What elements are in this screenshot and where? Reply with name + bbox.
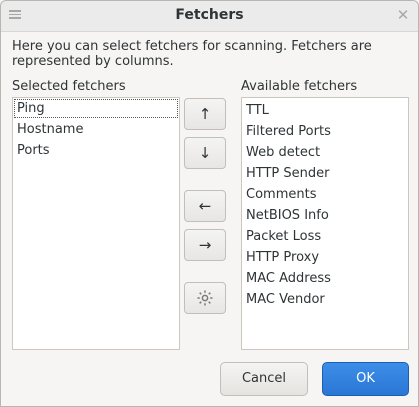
list-item-ttl[interactable]: TTL (242, 100, 408, 121)
list-item-filtered-ports[interactable]: Filtered Ports (242, 121, 408, 142)
available-fetchers-label: Available fetchers (241, 79, 358, 94)
list-item-web-detect[interactable]: Web detect (242, 142, 408, 163)
title-bar: Fetchers ✕ (1, 1, 418, 32)
list-item-mac-address[interactable]: MAC Address (242, 268, 408, 289)
move-up-button[interactable]: ↑ (184, 98, 226, 130)
remove-fetcher-button[interactable]: → (184, 229, 226, 261)
available-fetchers-list[interactable]: TTL Filtered Ports Web detect HTTP Sende… (241, 97, 409, 350)
list-item-comments[interactable]: Comments (242, 184, 408, 205)
cancel-button[interactable]: Cancel (220, 362, 308, 396)
list-item-packet-loss[interactable]: Packet Loss (242, 226, 408, 247)
list-item-ports[interactable]: Ports (13, 140, 179, 161)
fetchers-dialog: Fetchers ✕ Here you can select fetchers … (0, 0, 419, 407)
move-down-button[interactable]: ↓ (184, 137, 226, 169)
list-item-hostname[interactable]: Hostname (13, 119, 179, 140)
fetcher-settings-button[interactable] (184, 282, 226, 314)
list-item-http-sender[interactable]: HTTP Sender (242, 163, 408, 184)
dialog-title: Fetchers (175, 7, 244, 23)
selected-fetchers-list[interactable]: Ping Hostname Ports (12, 97, 180, 350)
list-item-http-proxy[interactable]: HTTP Proxy (242, 247, 408, 268)
selected-fetchers-label: Selected fetchers (12, 79, 126, 94)
description-text: Here you can select fetchers for scannin… (12, 39, 372, 69)
ok-button[interactable]: OK (322, 362, 409, 396)
gear-icon (197, 290, 213, 306)
list-item-ping[interactable]: Ping (13, 98, 179, 119)
add-fetcher-button[interactable]: ← (184, 190, 226, 222)
list-item-netbios-info[interactable]: NetBIOS Info (242, 205, 408, 226)
close-icon[interactable]: ✕ (396, 7, 410, 23)
list-item-mac-vendor[interactable]: MAC Vendor (242, 289, 408, 310)
